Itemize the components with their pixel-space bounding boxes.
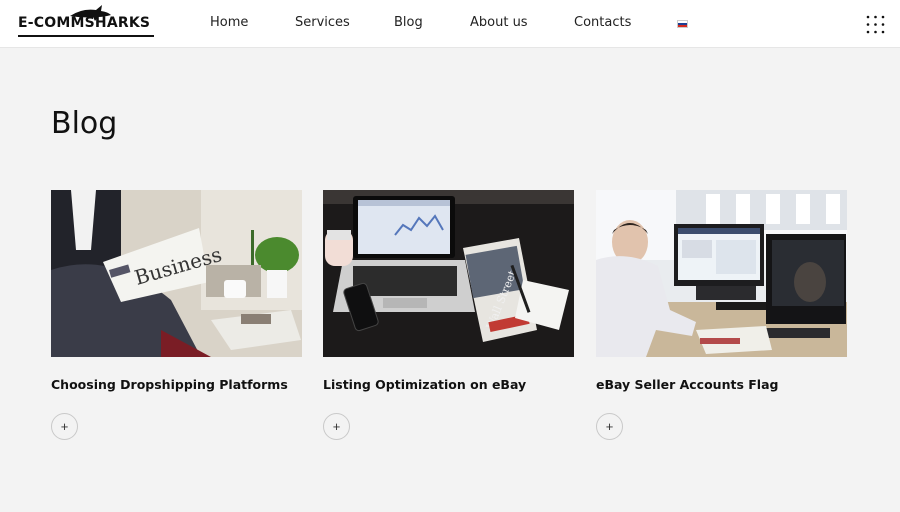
nav-contacts[interactable]: Contacts <box>574 15 631 30</box>
grid-dots-icon[interactable] <box>866 15 885 34</box>
plus-icon: + <box>60 419 69 434</box>
page-title: Blog <box>51 106 118 141</box>
blog-card: Business Choosing Dropshipping Platforms… <box>51 190 302 440</box>
logo-underline <box>18 35 154 37</box>
post-title[interactable]: Listing Optimization on eBay <box>323 377 526 392</box>
plus-icon: + <box>605 419 614 434</box>
logo-text: E-COMMSHARKS <box>18 15 151 31</box>
russia-flag-icon[interactable] <box>677 20 688 28</box>
plus-icon: + <box>332 419 341 434</box>
post-title[interactable]: eBay Seller Accounts Flag <box>596 377 778 392</box>
nav-about-us[interactable]: About us <box>470 15 528 30</box>
nav-home[interactable]: Home <box>210 15 248 30</box>
post-image-man-at-computer[interactable] <box>596 190 847 357</box>
blog-card: Wall Street Listing Optimization on eBay… <box>323 190 574 440</box>
blog-card: eBay Seller Accounts Flag + <box>596 190 847 440</box>
nav-services[interactable]: Services <box>295 15 350 30</box>
expand-post-button[interactable]: + <box>323 413 350 440</box>
nav-blog[interactable]: Blog <box>394 15 423 30</box>
post-image-businessman-newspaper[interactable]: Business <box>51 190 302 357</box>
post-image-laptop-desk[interactable]: Wall Street <box>323 190 574 357</box>
expand-post-button[interactable]: + <box>51 413 78 440</box>
post-title[interactable]: Choosing Dropshipping Platforms <box>51 377 288 392</box>
expand-post-button[interactable]: + <box>596 413 623 440</box>
site-header: E-COMMSHARKS Home Services Blog About us… <box>0 0 900 48</box>
site-logo[interactable]: E-COMMSHARKS <box>18 5 154 41</box>
